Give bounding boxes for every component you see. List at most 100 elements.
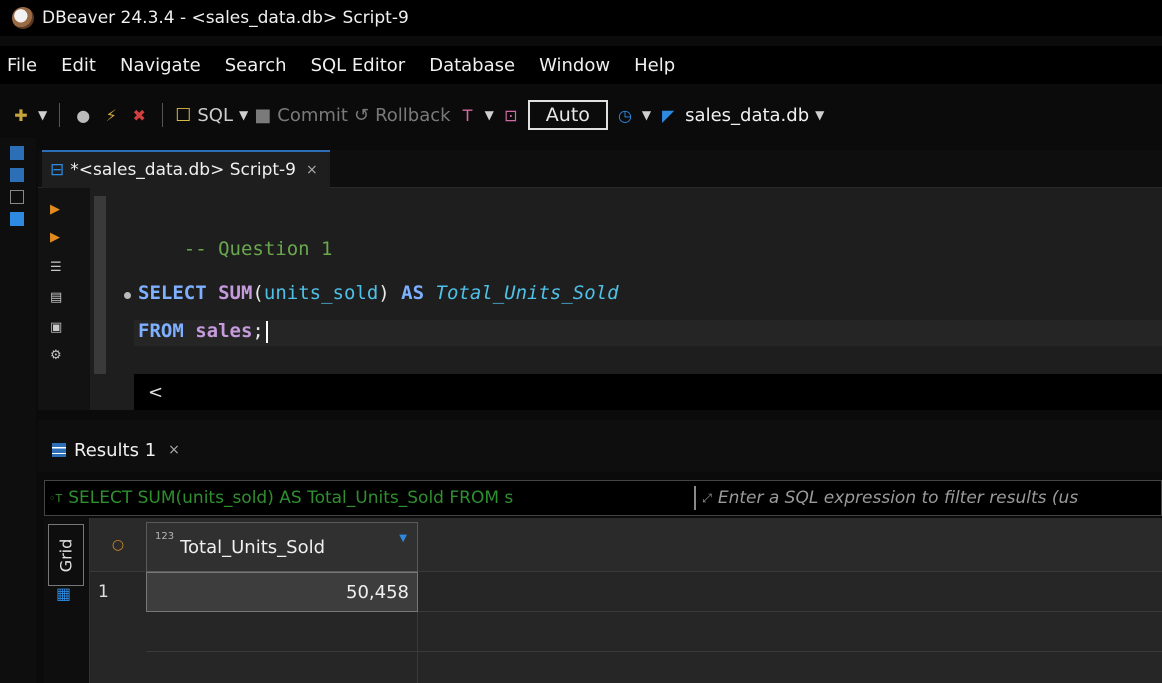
projects-icon[interactable] — [10, 168, 24, 182]
menu-search[interactable]: Search — [213, 55, 299, 76]
row-number-header[interactable]: ○ — [90, 518, 146, 572]
connect-icon[interactable]: ⚡ — [100, 106, 122, 125]
tab-script-9-label: *<sales_data.db> Script-9 — [70, 160, 296, 180]
grid-table-icon[interactable]: ▦ — [56, 584, 71, 603]
toolbar-separator — [162, 103, 164, 127]
empty-row — [90, 612, 1162, 652]
table-row[interactable]: 1 50,458 — [90, 572, 1162, 612]
execute-statement-icon[interactable]: ▶ — [50, 202, 60, 217]
sql-alias: Total_Units_Sold — [435, 282, 619, 304]
history-dropdown-icon[interactable]: ▼ — [642, 108, 651, 122]
sql-button-label: SQL — [197, 104, 233, 126]
expand-icon[interactable]: ⤢ — [702, 491, 712, 506]
lock-icon[interactable]: ⊡ — [500, 106, 522, 125]
settings-gear-icon[interactable]: ⚙ — [50, 348, 62, 363]
new-connection-dropdown-icon[interactable]: ▼ — [38, 108, 47, 122]
menu-help[interactable]: Help — [622, 55, 687, 76]
grid-view-label: Grid — [56, 538, 76, 572]
database-icon: ◤ — [662, 105, 675, 125]
sql-comment: -- Question 1 — [183, 238, 333, 260]
terminal-icon[interactable]: ▣ — [50, 320, 62, 335]
new-connection-icon[interactable]: ✚ — [10, 106, 32, 125]
close-icon[interactable]: × — [306, 162, 318, 178]
results-filter-bar[interactable]: ◦T SELECT SUM(units_sold) AS Total_Units… — [44, 480, 1162, 516]
sql-table: sales — [195, 320, 253, 342]
title-bar: DBeaver 24.3.4 - <sales_data.db> Script-… — [0, 0, 1162, 36]
menu-sql-editor[interactable]: SQL Editor — [299, 55, 418, 76]
sql-keyword-select: SELECT — [138, 282, 207, 304]
sql-editor[interactable]: ▶ ▶ ☰ ▤ ▣ ⚙ -- Question 1 SELECT SUM(uni… — [38, 188, 1162, 410]
filter-separator — [694, 486, 697, 510]
sql-script-icon: ⊟ — [50, 160, 65, 180]
left-side-rail — [0, 138, 36, 683]
text-cursor — [265, 320, 268, 343]
execute-script-icon[interactable]: ☰ — [50, 260, 62, 275]
database-navigator-icon[interactable] — [10, 146, 24, 160]
sort-dropdown-icon[interactable]: ▼ — [399, 533, 407, 544]
history-icon[interactable]: ◷ — [614, 106, 636, 125]
executed-query-text: SELECT SUM(units_sold) AS Total_Units_So… — [68, 488, 514, 508]
table-cell[interactable]: 50,458 — [146, 572, 418, 612]
menu-window[interactable]: Window — [527, 55, 622, 76]
sql-keyword-as: AS — [401, 282, 425, 304]
editor-gutter: ▶ ▶ ☰ ▤ ▣ ⚙ — [38, 188, 90, 410]
plug-icon[interactable]: ● — [72, 106, 94, 125]
menu-navigate[interactable]: Navigate — [108, 55, 213, 76]
tab-script-9[interactable]: ⊟ *<sales_data.db> Script-9 × — [42, 150, 330, 188]
tab-results-1-label: Results 1 — [74, 439, 157, 461]
transaction-dropdown-icon[interactable]: ▼ — [485, 108, 494, 122]
menu-edit[interactable]: Edit — [49, 55, 108, 76]
editor-horizontal-scrollbar[interactable]: < — [134, 374, 1162, 410]
row-number-empty — [90, 612, 146, 652]
active-database-selector[interactable]: sales_data.db — [685, 105, 809, 126]
close-icon[interactable]: × — [168, 442, 180, 458]
commit-button[interactable]: ■ Commit — [254, 105, 348, 126]
auto-commit-toggle[interactable]: Auto — [527, 100, 608, 130]
transaction-mode-icon[interactable]: T — [457, 106, 479, 125]
editor-tab-bar: ⊟ *<sales_data.db> Script-9 × — [38, 150, 1162, 188]
execute-new-tab-icon[interactable]: ▶ — [50, 230, 60, 245]
database-dropdown-icon[interactable]: ▼ — [815, 108, 824, 122]
menu-bar: File Edit Navigate Search SQL Editor Dat… — [0, 46, 1162, 84]
sql-dropdown-icon[interactable]: ▼ — [239, 108, 248, 122]
folding-ruler — [94, 196, 106, 374]
scroll-left-icon[interactable]: < — [148, 382, 163, 403]
rollback-button[interactable]: ↺ Rollback — [354, 105, 451, 126]
filter-input[interactable]: Enter a SQL expression to filter results… — [718, 488, 1078, 508]
rollback-icon: ↺ — [353, 104, 370, 126]
results-table-icon — [52, 443, 66, 457]
results-tab-bar: Results 1 × — [38, 420, 1162, 472]
main-toolbar: ✚ ▼ ● ⚡ ✖ ☐ SQL ▼ ■ Commit ↺ Rollback T … — [0, 92, 1162, 138]
numeric-type-badge: 123 — [155, 531, 175, 542]
column-header-total-units-sold[interactable]: 123 Total_Units_Sold ▼ — [146, 522, 418, 572]
rollback-button-label: Rollback — [375, 104, 451, 126]
tab-results-1[interactable]: Results 1 × — [52, 428, 180, 472]
table-cell-empty — [146, 612, 418, 652]
grid-header-row: ○ 123 Total_Units_Sold ▼ — [90, 518, 1162, 572]
grid-view-tab[interactable]: Grid — [48, 524, 84, 586]
menu-database[interactable]: Database — [417, 55, 527, 76]
commit-button-label: Commit — [277, 104, 348, 126]
toolbar-separator — [59, 103, 61, 127]
explain-plan-icon[interactable]: ▤ — [50, 290, 62, 305]
results-grid: Grid ▦ ○ 123 Total_Units_Sold ▼ 1 50,458 — [44, 518, 1162, 683]
disconnect-icon[interactable]: ✖ — [128, 106, 150, 125]
sql-function-sum: SUM — [218, 282, 253, 304]
minimize-panel-icon[interactable] — [10, 190, 24, 204]
commit-icon: ■ — [254, 104, 272, 126]
sql-semicolon: ; — [252, 320, 264, 342]
dbeaver-logo-icon — [12, 7, 34, 29]
sql-button[interactable]: ☐ SQL — [175, 105, 233, 126]
current-line-highlight — [134, 320, 1162, 346]
sql-keyword-from: FROM — [138, 320, 184, 342]
empty-row — [90, 652, 1162, 683]
outline-panel-icon[interactable] — [10, 212, 24, 226]
menu-file[interactable]: File — [0, 55, 49, 76]
table-cell-empty — [146, 652, 418, 683]
query-text-icon: ◦T — [49, 491, 63, 505]
code-line-comment: -- Question 1 — [138, 216, 333, 282]
sql-paren-close: ) — [378, 282, 390, 304]
code-line-select: SELECT SUM(units_sold) AS Total_Units_So… — [138, 282, 619, 304]
window-title: DBeaver 24.3.4 - <sales_data.db> Script-… — [42, 8, 409, 28]
column-header-label: Total_Units_Sold — [180, 536, 326, 558]
